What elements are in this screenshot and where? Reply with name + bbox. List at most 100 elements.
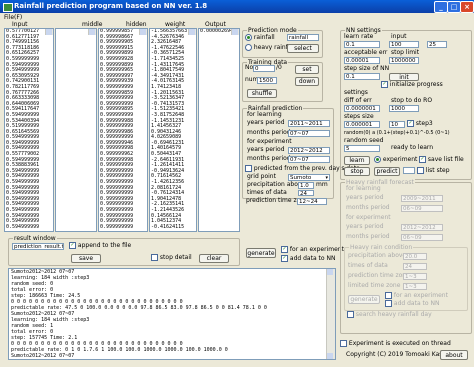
years-period-label: years period xyxy=(247,119,285,126)
heavy-limited-time-input[interactable]: 1~3 xyxy=(403,283,427,290)
menu-file[interactable]: File(F) xyxy=(4,14,22,21)
step3-input[interactable]: 10 xyxy=(389,121,405,128)
hidden-list[interactable]: 0.999999857 0.999998667 0.999999905 0.99999… xyxy=(98,28,148,232)
months-period-input-2[interactable]: 07~07 xyxy=(288,156,330,163)
prediction-time-input[interactable]: 12~24 xyxy=(297,198,327,205)
learn-button[interactable]: learn xyxy=(344,156,370,165)
heavy-years-period-input-2[interactable]: 2012~2012 xyxy=(401,224,443,231)
training-data-group: Training data No. 0 /0 set num 1500 down… xyxy=(242,59,323,102)
scrollbar[interactable] xyxy=(45,29,53,35)
precip-above-input[interactable]: 1.0 xyxy=(298,182,314,189)
initialize-button[interactable]: init xyxy=(389,73,419,81)
set-button[interactable]: set xyxy=(295,65,319,74)
down-button[interactable]: down xyxy=(295,77,319,86)
hidden-row[interactable]: 0.999999999 xyxy=(99,224,147,231)
stop-limit-input[interactable]: 1000000 xyxy=(389,57,419,64)
search-heavy-checkbox[interactable] xyxy=(347,311,354,318)
heavy-add-data-checkbox[interactable] xyxy=(385,300,392,307)
log-line-row[interactable]: learning: 184 width :step3 xyxy=(9,359,335,360)
result-window-title: result window xyxy=(13,235,57,242)
predicted-prev-checkbox[interactable] xyxy=(245,165,252,172)
output-count-input[interactable]: 25 xyxy=(427,41,447,48)
heavy-generate-button[interactable]: generate xyxy=(348,295,380,304)
stop-ro-label: stop to do RO xyxy=(391,97,433,104)
shuffle-button[interactable]: shuffle xyxy=(247,89,277,98)
weight-column-header: weight xyxy=(165,21,186,28)
stop-limit-label: stop limit xyxy=(391,49,420,56)
step-size-input[interactable]: 0.1 xyxy=(344,73,380,80)
middle-column-header: middle xyxy=(82,21,103,28)
stop-button[interactable]: stop xyxy=(344,167,370,176)
scrollbar[interactable] xyxy=(88,29,96,35)
step3-checkbox[interactable]: ✓ xyxy=(407,120,414,127)
input-row[interactable]: 0.594999999 xyxy=(5,224,53,231)
for-experiment-checkbox[interactable]: ✓ xyxy=(281,246,288,253)
years-period-input-2[interactable]: 2012~2012 xyxy=(288,147,330,154)
append-checkbox[interactable]: ✓ xyxy=(69,242,76,249)
window-title: Rainfall prediction program based on NN … xyxy=(14,2,208,10)
heavy-rainfall-group: Heavy rainfall forecast for learning yea… xyxy=(340,179,472,334)
heavy-for-experiment-checkbox[interactable] xyxy=(385,292,392,299)
learn-rate-label: learn rate xyxy=(344,33,374,40)
heavy-months-period-input[interactable]: 06~09 xyxy=(401,205,443,212)
learn-rate-input[interactable]: 0.1 xyxy=(344,41,380,48)
for-experiment-row: ✓ for an experiment xyxy=(281,246,344,254)
add-data-checkbox[interactable]: ✓ xyxy=(281,255,288,262)
minimize-button[interactable]: _ xyxy=(434,1,448,13)
save-button[interactable]: save xyxy=(71,254,101,263)
years-period-input[interactable]: 2011~2011 xyxy=(288,120,330,127)
thread-checkbox[interactable] xyxy=(340,340,347,347)
input-count-input[interactable]: 100 xyxy=(389,41,419,48)
heavy-pred-time-input[interactable]: 1~3 xyxy=(403,273,427,280)
middle-list[interactable] xyxy=(55,28,97,232)
rainfall-radio[interactable] xyxy=(245,34,252,41)
mode-input[interactable]: rainfall xyxy=(287,34,319,41)
heavy-condition-title: Heavy rain condition xyxy=(349,244,414,251)
list-step-input[interactable] xyxy=(403,167,415,174)
save-list-checkbox[interactable]: ✓ xyxy=(419,156,426,163)
clear-button[interactable]: clear xyxy=(199,254,229,263)
precip-unit: mm xyxy=(316,181,328,188)
months-period-input[interactable]: 07~07 xyxy=(288,130,330,137)
generate-button[interactable]: generate xyxy=(246,248,276,258)
predict-button[interactable]: predict xyxy=(374,167,400,176)
heavy-precip-above-input[interactable]: 20.0 xyxy=(403,253,427,260)
maximize-button[interactable]: □ xyxy=(447,1,461,13)
heavy-times-input[interactable]: 24 xyxy=(403,263,427,270)
select-button[interactable]: select xyxy=(287,44,319,53)
grid-point-select[interactable]: Sumoto xyxy=(288,174,330,181)
weight-row[interactable]: -0.41624115 xyxy=(150,224,196,231)
acceptable-err-input[interactable]: 0.00001 xyxy=(344,57,380,64)
list-step-row: list step xyxy=(403,167,450,175)
scrollbar[interactable] xyxy=(188,29,196,35)
heavy-months-period-input-2[interactable]: 06~09 xyxy=(401,234,443,241)
heavy-rainfall-radio[interactable] xyxy=(245,44,252,51)
log-scrollbar[interactable] xyxy=(326,269,335,359)
experiment-radio[interactable] xyxy=(374,156,381,163)
initialize-progress-checkbox[interactable]: ✓ xyxy=(381,81,388,88)
app-icon xyxy=(3,3,13,12)
weight-list[interactable]: -1.566357663 -4.52676346 2.32616487 -1.4762… xyxy=(149,28,197,232)
steps-size-input[interactable]: 0.000001 xyxy=(344,121,380,128)
diff-err-input[interactable]: 0.0000001 xyxy=(344,105,380,112)
close-button[interactable]: × xyxy=(460,1,474,13)
output-list[interactable]: 0.000002694 xyxy=(198,28,240,232)
heavy-years-period-input[interactable]: 2009~2011 xyxy=(401,195,443,202)
step3-label: step3 xyxy=(415,120,433,127)
result-filename-input[interactable]: prediction_result.txt xyxy=(12,243,64,250)
num-input[interactable]: 1500 xyxy=(257,77,277,84)
list-step-checkbox[interactable] xyxy=(416,167,424,174)
random-seed-input[interactable]: 5 xyxy=(344,145,380,152)
stop-detail-checkbox[interactable] xyxy=(151,254,158,261)
times-of-data-input[interactable]: 24 xyxy=(298,190,314,196)
stop-ro-input[interactable]: 1000 xyxy=(389,105,419,112)
about-button[interactable]: about xyxy=(440,350,468,360)
result-log[interactable]: Sumoto2012~2012 07~07 learning: 184 width… xyxy=(8,268,336,360)
no-input[interactable]: 0 xyxy=(253,65,275,72)
acceptable-err-label: acceptable err xyxy=(344,49,388,56)
scrollbar[interactable] xyxy=(231,29,239,35)
input-list[interactable]: 0.577700127 0.612771197 0.749991156 0.77311… xyxy=(4,28,54,232)
random-formula-label: random(0) a (0.1+(step)+0.1)^-0.5 (0~1) xyxy=(344,130,450,136)
save-list-label: save list file xyxy=(427,156,464,163)
scrollbar[interactable] xyxy=(139,29,147,35)
